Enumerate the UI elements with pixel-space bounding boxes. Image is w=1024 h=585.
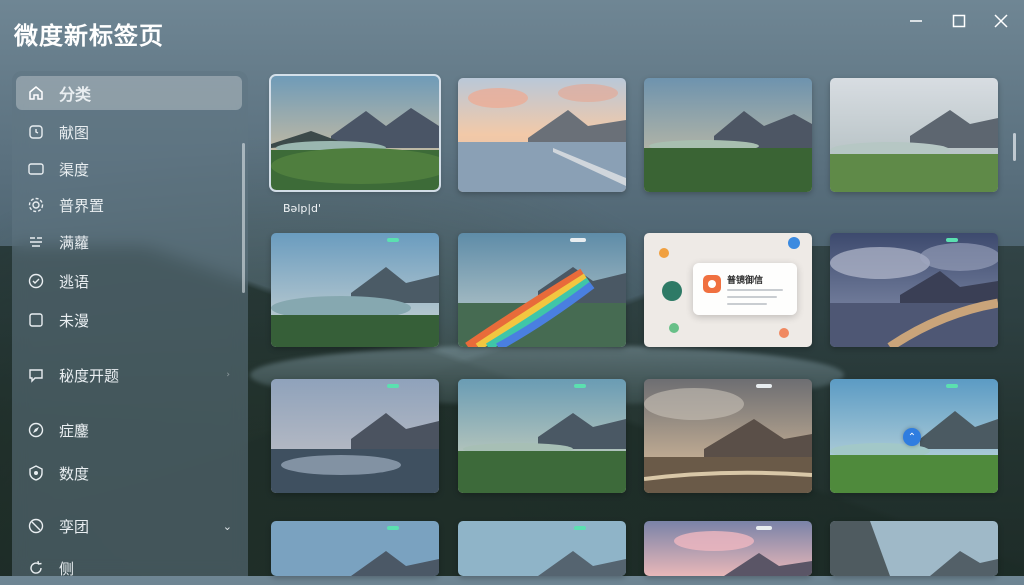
wallpaper-tile[interactable] <box>644 78 812 192</box>
maximize-icon <box>952 14 966 28</box>
tile-badge <box>946 238 958 242</box>
wallpaper-tile[interactable] <box>458 379 626 493</box>
sidebar-item-label: 数度 <box>59 464 90 483</box>
chevron-down-icon[interactable]: ⌄ <box>223 520 232 533</box>
dialog-line <box>727 303 767 305</box>
chevron-right-icon: › <box>226 370 230 380</box>
app-dialog-preview: 普镜御信 <box>693 263 797 315</box>
tile-badge <box>574 384 586 388</box>
sidebar-item-5[interactable]: 满蘿 <box>16 225 242 259</box>
sidebar-item-11[interactable]: 孪团 ⌄ <box>16 509 242 543</box>
wallpaper-tile[interactable]: 普镜御信 <box>644 233 812 347</box>
close-button[interactable] <box>990 10 1012 32</box>
block-icon <box>25 515 47 537</box>
sidebar-item-7[interactable]: 未漫 <box>16 303 242 337</box>
close-icon <box>994 14 1008 28</box>
wallpaper-tile[interactable] <box>830 521 998 576</box>
gear-icon <box>25 194 47 216</box>
sidebar-item-label: 侧 <box>59 559 75 578</box>
app-title: 微度新标签页 <box>14 22 164 50</box>
sidebar-item-label: 未漫 <box>59 311 90 330</box>
wallpaper-tile[interactable] <box>269 74 441 192</box>
sidebar-item-label: 满蘿 <box>59 233 90 252</box>
dialog-line <box>727 289 783 291</box>
sidebar-item-4[interactable]: 普界置 <box>16 188 242 222</box>
tile-badge <box>387 238 399 242</box>
minimize-icon <box>910 20 922 22</box>
wallpaper-tile[interactable] <box>458 521 626 576</box>
wallpaper-tile[interactable]: ⌃ <box>830 379 998 493</box>
sidebar-item-label: 逃语 <box>59 272 90 291</box>
sidebar: 分类 献图 渠度 普界置 满蘿 逃语 未漫 秘度开题 › 症鏖 数度 孪团 ⌄ <box>12 71 248 578</box>
sidebar-item-label: 症鏖 <box>59 421 90 440</box>
wallpaper-tile[interactable] <box>458 233 626 347</box>
tile-badge <box>574 526 586 530</box>
app-logo-icon <box>703 275 721 293</box>
wallpaper-tile[interactable] <box>830 233 998 347</box>
sidebar-item-2[interactable]: 献图 <box>16 115 242 149</box>
shield-icon <box>25 462 47 484</box>
grid-icon <box>25 231 47 253</box>
tile-badge <box>387 526 399 530</box>
chat-icon <box>25 364 47 386</box>
sidebar-item-label: 普界置 <box>59 196 105 215</box>
wallpaper-tile[interactable] <box>271 233 439 347</box>
wallpaper-tile[interactable] <box>830 78 998 192</box>
compass-icon <box>25 419 47 441</box>
wallpaper-tile[interactable] <box>644 379 812 493</box>
tile-badge <box>946 384 958 388</box>
tile-badge <box>756 526 772 530</box>
minimize-button[interactable] <box>905 10 927 32</box>
wallpaper-tile[interactable] <box>644 521 812 576</box>
content-scrollbar[interactable] <box>1013 133 1016 161</box>
sidebar-item-9[interactable]: 症鏖 <box>16 413 242 447</box>
rectangle-icon <box>25 158 47 180</box>
sidebar-item-6[interactable]: 逃语 <box>16 264 242 298</box>
tile-badge <box>387 384 399 388</box>
sidebar-item-10[interactable]: 数度 <box>16 456 242 490</box>
tile-badge <box>570 238 586 242</box>
square-icon <box>25 309 47 331</box>
sidebar-item-12[interactable]: 侧 <box>16 551 242 585</box>
maximize-button[interactable] <box>948 10 970 32</box>
wallpaper-tile[interactable] <box>458 78 626 192</box>
dialog-title: 普镜御信 <box>727 276 764 286</box>
selected-wallpaper-caption: Bəlp|d' <box>283 202 322 215</box>
badge-icon <box>25 270 47 292</box>
wallpaper-tile[interactable] <box>271 379 439 493</box>
sidebar-item-8[interactable]: 秘度开题 › <box>16 358 242 392</box>
tile-badge <box>756 384 772 388</box>
wallpaper-tile[interactable] <box>271 521 439 576</box>
sidebar-item-label: 渠度 <box>59 160 90 179</box>
sidebar-item-label: 献图 <box>59 123 90 142</box>
clock-icon <box>25 121 47 143</box>
sidebar-scrollbar[interactable] <box>242 143 245 293</box>
sidebar-item-3[interactable]: 渠度 <box>16 152 242 186</box>
home-icon <box>25 82 47 104</box>
sidebar-item-label: 孪团 <box>59 517 90 536</box>
dialog-line <box>727 296 777 298</box>
sidebar-item-label: 秘度开题 <box>59 366 120 385</box>
sidebar-item-category[interactable]: 分类 <box>16 76 242 110</box>
pin-icon[interactable]: ⌃ <box>903 428 921 446</box>
sidebar-item-label: 分类 <box>59 85 92 104</box>
